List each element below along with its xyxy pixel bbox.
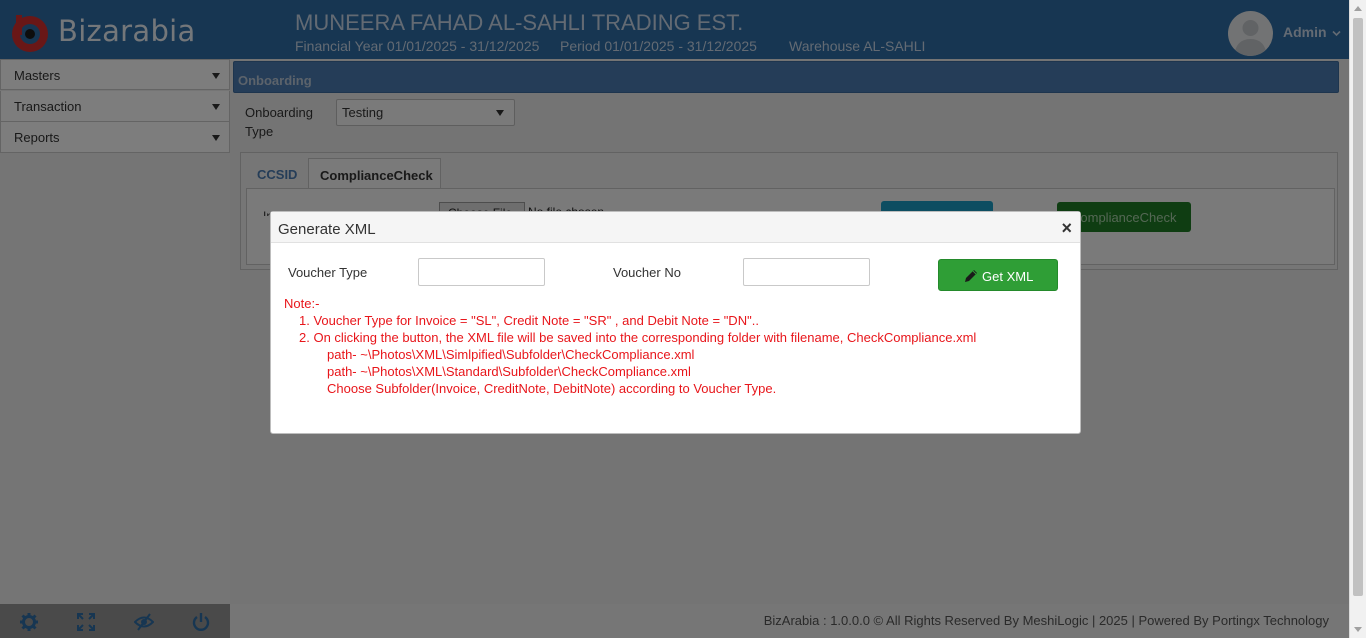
note-heading: Note:- [284,296,320,311]
note-line-2: 2. On clicking the button, the XML file … [299,330,977,345]
modal-header: Generate XML × [271,212,1080,243]
note-path-standard: path- ~\Photos\XML\Standard\Subfolder\Ch… [327,364,691,379]
generate-xml-modal: Generate XML × Voucher Type Voucher No G… [270,211,1081,434]
note-subfolder: Choose Subfolder(Invoice, CreditNote, De… [327,381,777,396]
note-block: Note:- 1. Voucher Type for Invoice = "SL… [284,295,976,397]
pencil-icon [965,270,977,282]
note-line-1: 1. Voucher Type for Invoice = "SL", Cred… [299,313,759,328]
scroll-up-arrow-icon[interactable] [1354,6,1362,11]
voucher-no-label: Voucher No [613,265,681,280]
scroll-thumb[interactable] [1353,18,1363,596]
voucher-type-input[interactable] [418,258,545,286]
close-icon[interactable]: × [1061,218,1072,239]
scroll-down-arrow-icon[interactable] [1354,627,1362,632]
page-scrollbar[interactable] [1349,0,1366,638]
voucher-no-input[interactable] [743,258,870,286]
get-xml-button[interactable]: Get XML [938,259,1058,291]
voucher-type-label: Voucher Type [288,265,368,280]
get-xml-label: Get XML [982,269,1034,284]
modal-title: Generate XML [278,221,376,238]
note-path-simplified: path- ~\Photos\XML\Simlpified\Subfolder\… [327,347,695,362]
